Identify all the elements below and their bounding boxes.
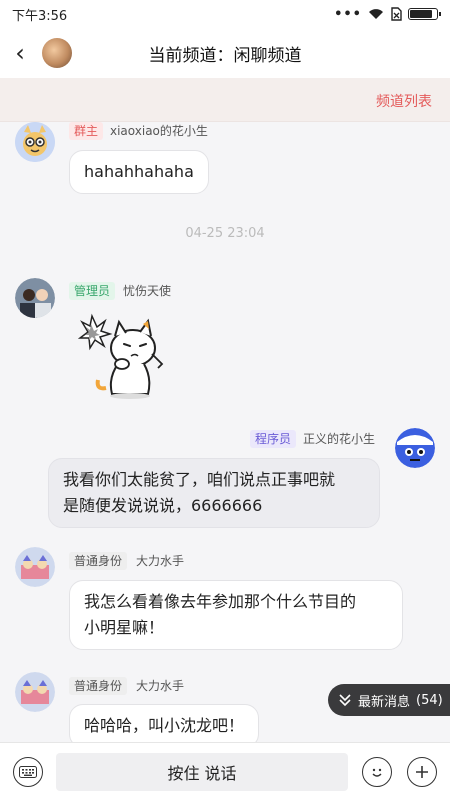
status-bar: 下午3:56 ••• — [0, 0, 450, 28]
avatar[interactable] — [395, 428, 435, 468]
hold-to-talk-button[interactable]: 按住 说话 — [56, 753, 348, 791]
chat-header: ‹ 当前频道：闲聊频道 — [0, 28, 450, 78]
avatar-image — [15, 672, 55, 712]
sender-name: 大力水手 — [136, 679, 185, 693]
message-bubble[interactable]: 我看你们太能贫了，咱们说点正事吧就 是随便发说说说，6666666 — [48, 458, 380, 528]
role-badge-normal: 普通身份 — [69, 677, 128, 695]
wifi-icon — [369, 9, 383, 19]
add-attachment-button[interactable] — [407, 757, 437, 787]
role-badge-developer: 程序员 — [250, 430, 297, 448]
channel-subbar: 频道列表 — [0, 78, 450, 122]
avatar[interactable] — [15, 122, 55, 162]
chat-messages[interactable]: 群主 xiaoxiao的花小生 hahahhahaha 04-25 23:04 … — [0, 122, 450, 742]
sender-name: 大力水手 — [136, 554, 185, 568]
battery-icon — [408, 8, 441, 20]
new-messages-count: (54) — [416, 692, 443, 708]
message-text: hahahhahaha — [84, 162, 194, 181]
new-messages-label: 最新消息 — [358, 694, 411, 710]
emoji-button[interactable] — [362, 757, 392, 787]
back-button[interactable]: ‹ — [0, 28, 40, 78]
message-text-line: 我怎么看着像去年参加那个什么节目的 — [84, 592, 357, 611]
role-badge-normal: 普通身份 — [69, 552, 128, 570]
channel-list-link[interactable]: 频道列表 — [376, 91, 432, 111]
avatar-image — [395, 428, 435, 468]
message-bubble[interactable]: hahahhahaha — [69, 150, 209, 194]
avatar[interactable] — [15, 547, 55, 587]
message-bubble[interactable]: 哈哈哈，叫小沈龙吧！ — [69, 704, 260, 742]
no-sim-icon — [391, 7, 402, 21]
sender-name: xiaoxiao的花小生 — [110, 124, 208, 138]
status-icons: ••• — [334, 6, 441, 22]
sender-name: 正义的花小生 — [303, 432, 376, 446]
avatar-image — [15, 547, 55, 587]
avatar-image — [15, 122, 55, 162]
back-icon: ‹ — [15, 39, 25, 67]
notification-dots: ••• — [334, 6, 362, 22]
role-badge-owner: 群主 — [69, 122, 104, 140]
new-messages-button[interactable]: 最新消息 (54) — [328, 684, 450, 716]
message-timestamp: 04-25 23:04 — [185, 226, 265, 241]
message-text-line: 我看你们太能贫了，咱们说点正事吧就 — [63, 470, 336, 489]
plus-icon — [416, 766, 428, 778]
input-bar: 按住 说话 — [0, 742, 450, 800]
message-text: 哈哈哈，叫小沈龙吧！ — [84, 716, 245, 735]
message-text-line: 小明星嘛！ — [84, 618, 165, 637]
message-text-line: 是随便发说说说，6666666 — [63, 496, 263, 515]
avatar[interactable] — [15, 672, 55, 712]
keyboard-icon — [19, 766, 37, 778]
double-chevron-down-icon — [339, 694, 351, 707]
hold-to-talk-label: 按住 说话 — [167, 764, 237, 783]
avatar-image — [15, 278, 55, 318]
keyboard-toggle-button[interactable] — [13, 757, 43, 787]
cat-sticker[interactable] — [78, 312, 170, 404]
smiley-icon — [372, 768, 382, 777]
channel-avatar[interactable] — [42, 38, 72, 68]
sender-name: 忧伤天使 — [123, 284, 172, 298]
avatar[interactable] — [15, 278, 55, 318]
status-time: 下午3:56 — [12, 8, 68, 24]
message-bubble[interactable]: 我怎么看着像去年参加那个什么节目的 小明星嘛！ — [69, 580, 403, 650]
role-badge-admin: 管理员 — [69, 282, 116, 300]
